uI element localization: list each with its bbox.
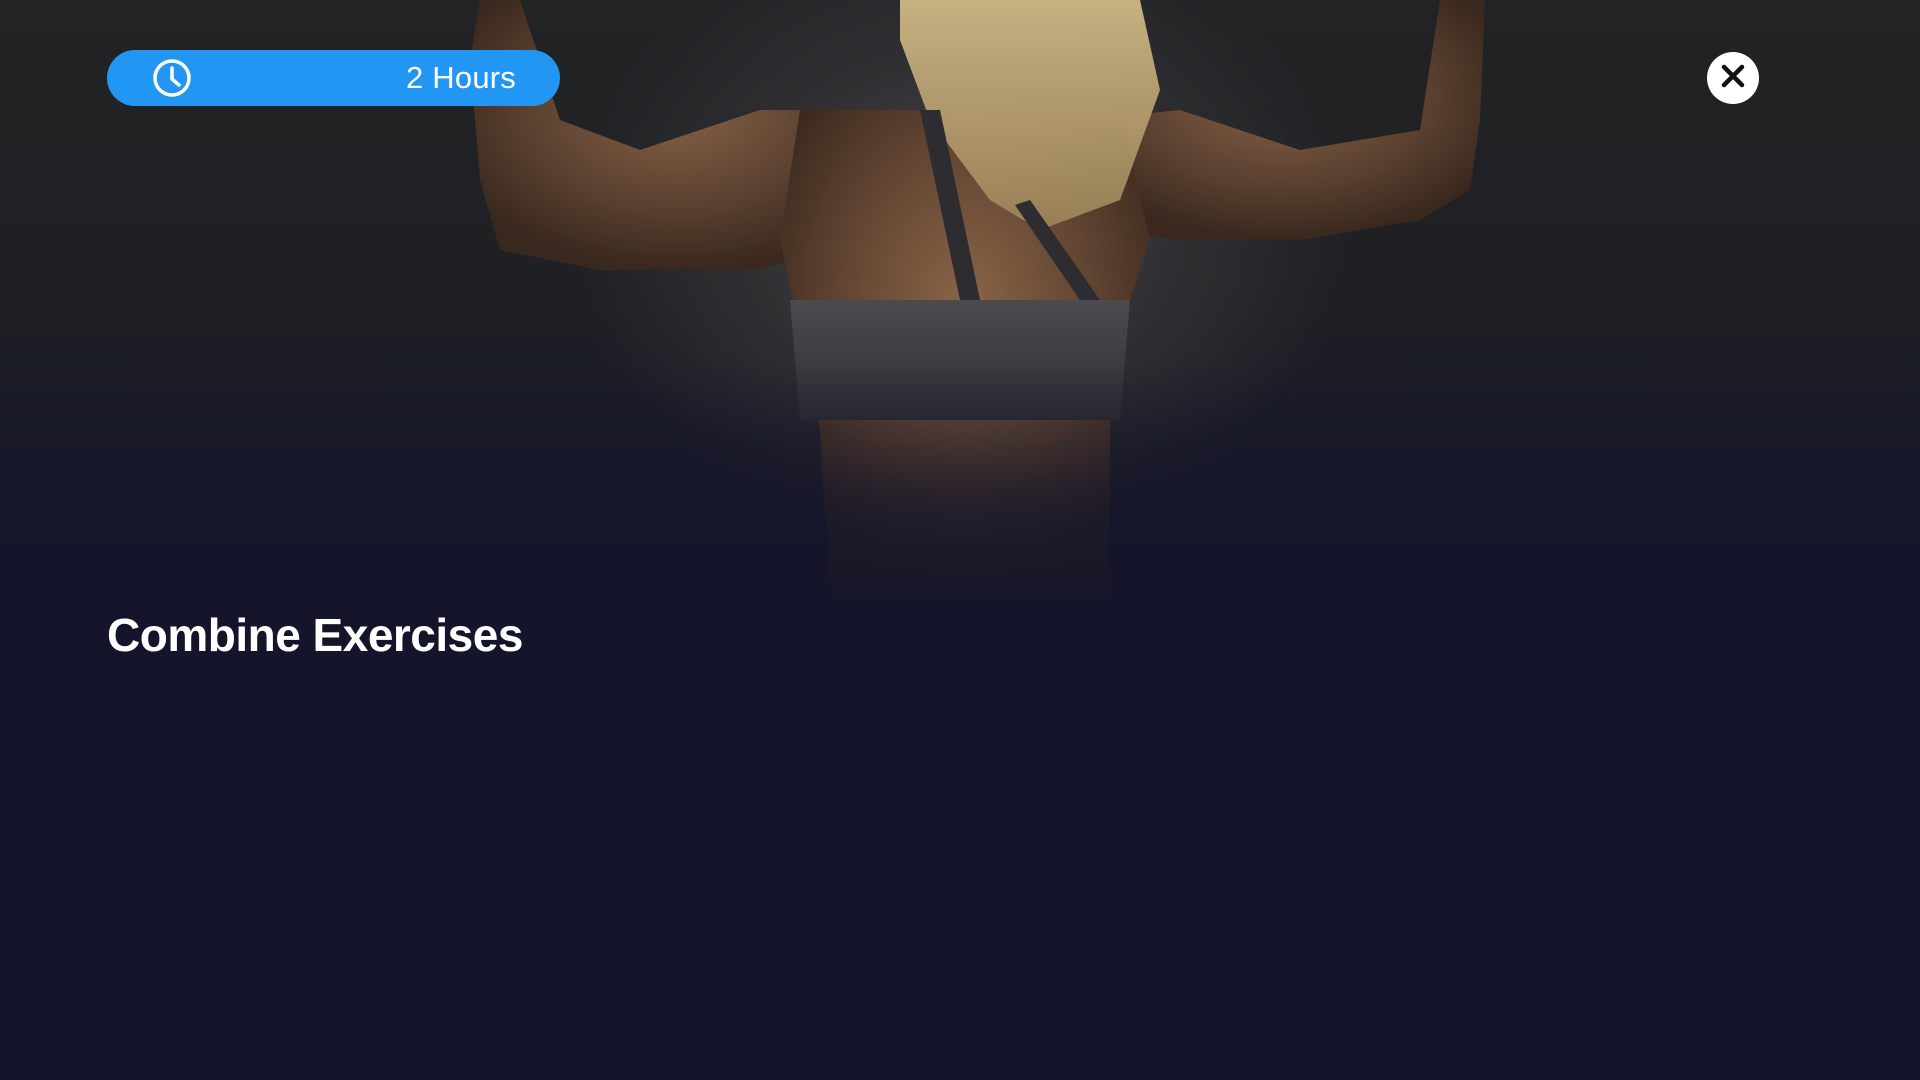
clock-icon <box>151 57 193 99</box>
workout-detail-screen: 2 Hours Combine Exercises <box>0 0 1920 1080</box>
duration-badge[interactable]: 2 Hours <box>107 50 560 106</box>
close-button[interactable] <box>1707 52 1759 104</box>
hero-fade-overlay <box>0 360 1920 620</box>
duration-label: 2 Hours <box>406 60 516 95</box>
close-icon <box>1719 62 1747 95</box>
workout-title: Combine Exercises <box>107 609 523 661</box>
